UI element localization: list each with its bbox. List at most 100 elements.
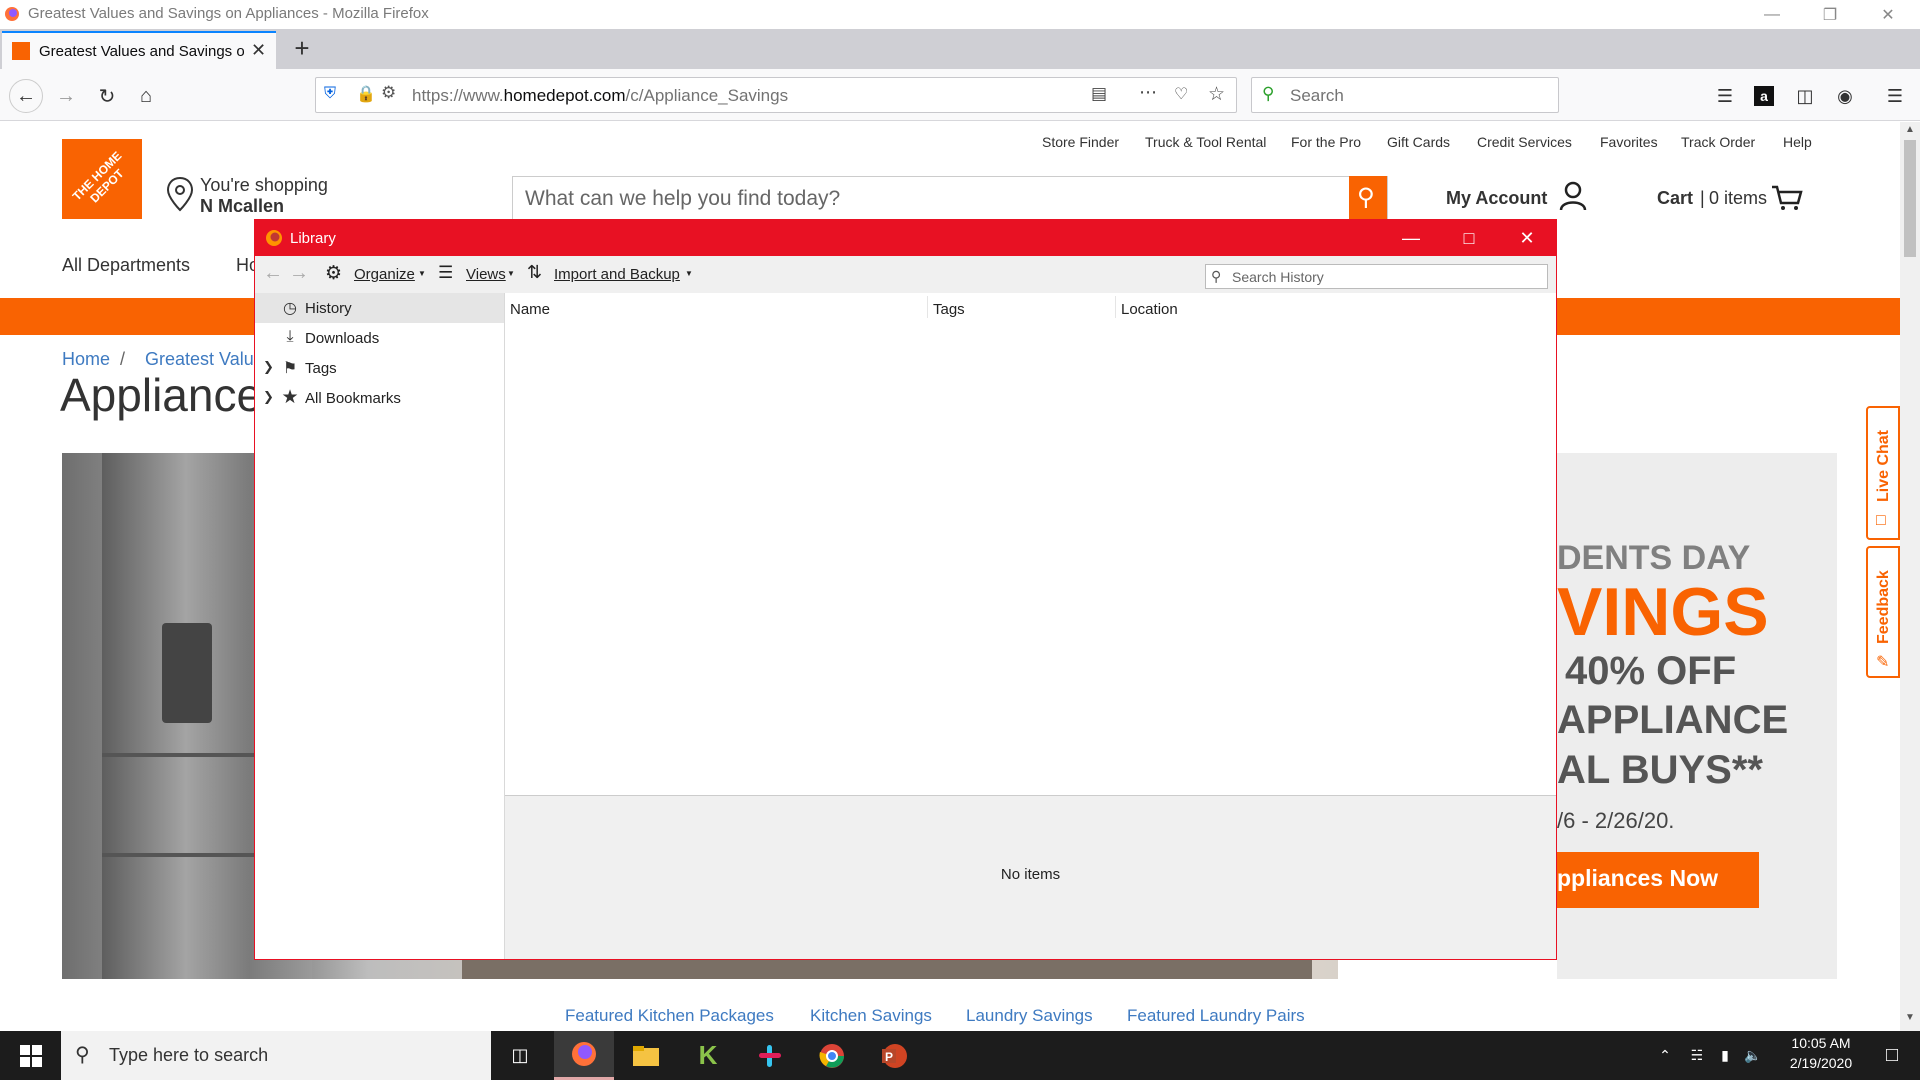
expand-chevron-icon[interactable]: ❯ [263, 359, 274, 375]
tree-item-downloads[interactable]: ⤓ Downloads [255, 323, 504, 353]
svg-text:P: P [885, 1050, 893, 1064]
shopping-store-label: You're shopping [200, 175, 328, 195]
homedepot-favicon-icon [12, 42, 30, 60]
scroll-down-icon[interactable]: ▼ [1905, 1012, 1915, 1023]
shop-appliances-button[interactable]: ppliances Now [1557, 852, 1759, 908]
url-text[interactable]: https://www.homedepot.com/c/Appliance_Sa… [412, 86, 788, 106]
help-link[interactable]: Help [1783, 134, 1812, 150]
url-bar[interactable]: ⛨ 🔒 ⚙ https://www.homedepot.com/c/Applia… [315, 77, 1237, 113]
scroll-up-icon[interactable]: ▲ [1905, 124, 1915, 135]
library-forward-icon[interactable]: → [289, 262, 309, 285]
powerpoint-icon: P [882, 1043, 907, 1068]
taskbar-clock[interactable]: 10:05 AM 2/19/2020 [1776, 1035, 1866, 1071]
credit-services-link[interactable]: Credit Services [1477, 134, 1572, 150]
live-chat-tab[interactable]: Live Chat □ [1866, 406, 1900, 540]
home-button[interactable]: ⌂ [130, 80, 162, 112]
store-name[interactable]: N Mcallen [200, 196, 284, 217]
wifi-icon[interactable]: ☵ [1684, 1031, 1710, 1080]
cart-link[interactable]: Cart [1657, 188, 1693, 209]
gear-icon[interactable]: ⚙ [325, 262, 342, 285]
library-back-icon[interactable]: ← [263, 262, 283, 285]
feedback-tab[interactable]: Feedback ✎ [1866, 546, 1900, 678]
breadcrumb-home[interactable]: Home [62, 349, 110, 370]
search-history-input[interactable]: ⚲ Search History [1205, 264, 1548, 289]
truck-tool-rental-link[interactable]: Truck & Tool Rental [1145, 134, 1266, 150]
volume-icon[interactable]: 🔈 [1740, 1031, 1766, 1080]
sidebar-icon[interactable]: ◫ [1789, 80, 1821, 112]
taskbar-firefox[interactable] [554, 1031, 614, 1080]
import-backup-icon[interactable]: ⇅ [527, 262, 542, 283]
logo-text: THE HOME DEPOT [69, 148, 127, 206]
library-minimize-button[interactable]: — [1382, 220, 1440, 256]
track-order-link[interactable]: Track Order [1681, 134, 1755, 150]
favorites-link[interactable]: Favorites [1600, 134, 1658, 150]
reader-view-icon[interactable]: ▤ [1091, 84, 1107, 104]
column-tags-header[interactable]: Tags [933, 301, 965, 318]
tree-item-tags[interactable]: ❯ ⚑ Tags [255, 353, 504, 383]
tab-active[interactable]: Greatest Values and Savings on Appliance… [2, 31, 276, 69]
library-close-button[interactable]: ✕ [1498, 220, 1556, 256]
breadcrumb-current[interactable]: Greatest Value [145, 349, 264, 370]
minimize-button[interactable]: — [1743, 0, 1801, 29]
homedepot-logo[interactable]: THE HOME DEPOT [62, 139, 142, 219]
bookmark-star-icon[interactable]: ☆ [1208, 83, 1225, 106]
menu-icon[interactable]: ☰ [1879, 80, 1911, 112]
shield-icon[interactable]: ⛨ [324, 85, 336, 103]
account-person-icon[interactable] [1558, 180, 1588, 212]
taskbar-powerpoint[interactable]: P [864, 1031, 924, 1080]
cart-count[interactable]: 0 items [1709, 188, 1767, 209]
taskbar-file-explorer[interactable] [616, 1031, 676, 1080]
expand-chevron-icon[interactable]: ❯ [263, 389, 274, 405]
laundry-savings-link[interactable]: Laundry Savings [966, 1006, 1093, 1026]
featured-laundry-pairs-link[interactable]: Featured Laundry Pairs [1127, 1006, 1305, 1026]
library-maximize-button[interactable]: □ [1440, 220, 1498, 256]
lock-icon[interactable]: 🔒 [356, 84, 376, 104]
pocket-icon[interactable]: ♡ [1174, 84, 1188, 104]
restore-button[interactable]: ❐ [1801, 0, 1859, 29]
for-the-pro-link[interactable]: For the Pro [1291, 134, 1361, 150]
close-tab-icon[interactable]: ✕ [251, 40, 266, 61]
amazon-extension-icon[interactable]: a [1748, 80, 1780, 112]
organize-menu[interactable]: Organize [354, 266, 415, 283]
kitchen-savings-link[interactable]: Kitchen Savings [810, 1006, 932, 1026]
firefox-icon [266, 230, 282, 246]
start-button[interactable] [0, 1031, 61, 1080]
battery-icon[interactable]: ▮ [1712, 1031, 1738, 1080]
column-name-header[interactable]: Name [510, 301, 550, 318]
library-icon[interactable]: ☰ [1709, 80, 1741, 112]
tree-item-history[interactable]: ◷ History [255, 293, 504, 323]
views-icon[interactable]: ☰ [438, 263, 453, 283]
taskbar-chrome[interactable] [802, 1031, 862, 1080]
close-window-button[interactable]: ✕ [1859, 0, 1917, 29]
views-menu[interactable]: Views [466, 266, 506, 283]
cart-icon[interactable] [1770, 184, 1804, 212]
page-scrollbar[interactable]: ▲ ▼ [1900, 122, 1920, 1031]
notifications-icon[interactable]: □ [1868, 1031, 1916, 1080]
new-tab-button[interactable]: + [284, 33, 320, 65]
back-button[interactable]: ← [9, 79, 43, 113]
taskbar-app-k[interactable]: K [678, 1031, 738, 1080]
reload-button[interactable]: ↻ [91, 80, 123, 112]
all-departments-link[interactable]: All Departments [62, 255, 190, 276]
browser-search-bar[interactable]: ⚲ Search [1251, 77, 1559, 113]
library-titlebar[interactable]: Library — □ ✕ [255, 220, 1556, 256]
import-dropdown-icon: ▼ [685, 269, 693, 278]
column-location-header[interactable]: Location [1121, 301, 1178, 318]
gift-cards-link[interactable]: Gift Cards [1387, 134, 1450, 150]
featured-kitchen-packages-link[interactable]: Featured Kitchen Packages [565, 1006, 774, 1026]
task-view-button[interactable]: ◫ [490, 1031, 550, 1080]
taskbar-slack[interactable] [740, 1031, 800, 1080]
permissions-icon[interactable]: ⚙ [381, 83, 396, 103]
taskbar-search-box[interactable]: ⚲ Type here to search [61, 1031, 491, 1080]
store-finder-link[interactable]: Store Finder [1042, 134, 1119, 150]
import-backup-menu[interactable]: Import and Backup [554, 266, 680, 283]
my-account-link[interactable]: My Account [1446, 188, 1547, 209]
forward-button[interactable]: → [50, 80, 82, 112]
page-actions-icon[interactable]: ⋯ [1139, 82, 1157, 103]
tree-item-all-bookmarks[interactable]: ❯ ★ All Bookmarks [255, 383, 504, 413]
show-hidden-icons-chevron-icon[interactable]: ⌃ [1652, 1031, 1678, 1080]
scrollbar-thumb[interactable] [1904, 140, 1916, 257]
site-search-input[interactable]: What can we help you find today? [512, 176, 1388, 220]
account-icon[interactable]: ◉ [1829, 80, 1861, 112]
site-search-button[interactable]: ⚲ [1349, 176, 1387, 220]
